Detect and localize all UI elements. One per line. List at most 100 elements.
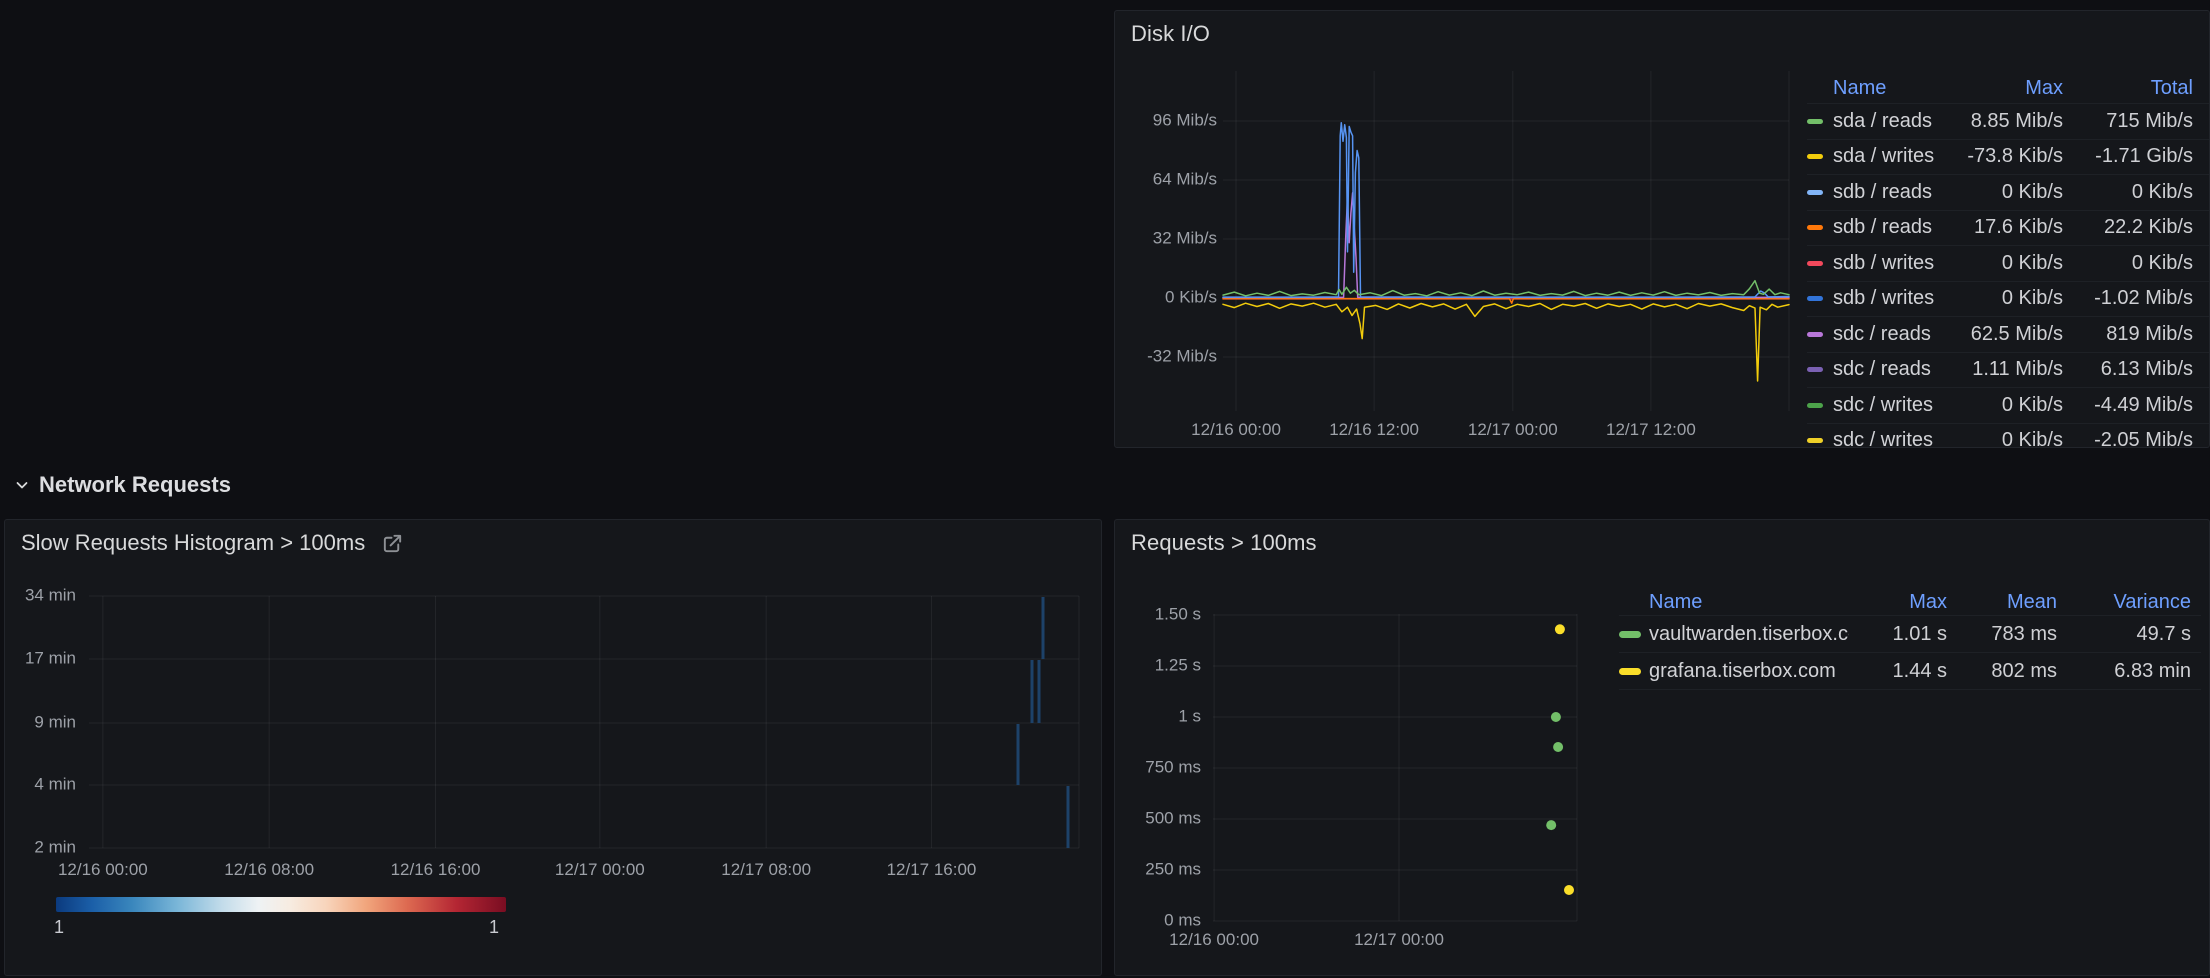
heatmap-cell xyxy=(1038,660,1041,723)
series-color-marker xyxy=(1807,296,1833,301)
series-variance-value: 49.7 s xyxy=(2063,623,2191,646)
series-name[interactable]: sda / writes xyxy=(1833,145,1955,168)
legend-header-mean[interactable]: Mean xyxy=(1953,591,2057,614)
scatter-point[interactable] xyxy=(1564,885,1574,895)
svg-text:96 Mib/s: 96 Mib/s xyxy=(1153,110,1217,129)
series-name[interactable]: sdc / reads xyxy=(1833,323,1955,346)
legend-row: grafana.tiserbox.com 1.44 s 802 ms 6.83 min xyxy=(1619,653,2201,690)
series-max-value: 1.44 s xyxy=(1855,660,1947,683)
legend-row: vaultwarden.tiserbox.com1.01 s783 ms49.7… xyxy=(1619,616,2201,653)
series-total-value: 6.13 Mib/s xyxy=(2071,358,2193,381)
series-max-value: 0 Kib/s xyxy=(1963,287,2063,310)
series-total-value: -2.05 Mib/s xyxy=(2071,429,2193,448)
series-line-orange-blip xyxy=(1223,299,1789,304)
series-max-value: 1.11 Mib/s xyxy=(1963,358,2063,381)
svg-text:12/16 00:00: 12/16 00:00 xyxy=(1191,420,1281,439)
series-max-value: 8.85 Mib/s xyxy=(1963,110,2063,133)
heatmap-cell xyxy=(1067,786,1070,848)
chevron-down-icon xyxy=(14,477,30,493)
series-max-value: 0 Kib/s xyxy=(1963,252,2063,275)
series-color-marker xyxy=(1807,190,1833,195)
svg-text:500 ms: 500 ms xyxy=(1145,808,1201,827)
series-name[interactable]: sdc / writes xyxy=(1833,394,1955,417)
legend-header-row: Name Max Total xyxy=(1807,74,2210,104)
panel-slow-requests-histogram: Slow Requests Histogram > 100ms 34 min17… xyxy=(4,519,1102,976)
series-total-value: -1.02 Mib/s xyxy=(2071,287,2193,310)
svg-text:12/16 00:00: 12/16 00:00 xyxy=(1169,930,1259,949)
series-color-marker xyxy=(1807,119,1833,124)
panel-requests: Requests > 100ms 1.50 s1.25 s1 s750 ms50… xyxy=(1114,519,2210,976)
svg-text:32 Mib/s: 32 Mib/s xyxy=(1153,228,1217,247)
scatter-point[interactable] xyxy=(1555,624,1565,634)
legend-row: sdb / writes 0 Kib/s 0 Kib/s xyxy=(1807,246,2210,282)
series-name[interactable]: sdb / reads xyxy=(1833,181,1955,204)
requests-legend: NameMaxMeanVariancevaultwarden.tiserbox.… xyxy=(1619,589,2201,690)
section-row-network-requests[interactable]: Network Requests xyxy=(14,472,231,498)
svg-text:250 ms: 250 ms xyxy=(1145,859,1201,878)
legend-header-name[interactable]: Name xyxy=(1649,591,1849,614)
series-total-value: 0 Kib/s xyxy=(2071,181,2193,204)
series-color-marker xyxy=(1807,403,1833,408)
series-max-value: 62.5 Mib/s xyxy=(1963,323,2063,346)
svg-text:12/17 00:00: 12/17 00:00 xyxy=(1354,930,1444,949)
series-line-green-reads xyxy=(1223,281,1789,296)
svg-text:1.50 s: 1.50 s xyxy=(1155,604,1201,623)
color-scale-min-label: 1 xyxy=(54,917,64,938)
series-name[interactable]: grafana.tiserbox.com xyxy=(1649,660,1849,683)
svg-text:0 ms: 0 ms xyxy=(1164,910,1201,929)
legend-header-total[interactable]: Total xyxy=(2071,77,2193,100)
legend-header-max[interactable]: Max xyxy=(1855,591,1947,614)
series-line-yellow-writes xyxy=(1223,303,1789,381)
series-max-value: 17.6 Kib/s xyxy=(1963,216,2063,239)
series-total-value: 819 Mib/s xyxy=(2071,323,2193,346)
scatter-point[interactable] xyxy=(1551,712,1561,722)
series-name[interactable]: sdc / writes xyxy=(1833,429,1955,448)
disk-io-legend: NameMaxTotalsda / reads8.85 Mib/s715 Mib… xyxy=(1807,74,2210,448)
legend-header-name[interactable]: Name xyxy=(1833,77,1955,100)
color-scale-max-label: 1 xyxy=(489,917,499,938)
series-variance-value: 6.83 min xyxy=(2063,660,2191,683)
svg-text:12/16 00:00: 12/16 00:00 xyxy=(58,860,148,879)
legend-row: sdb / reads0 Kib/s0 Kib/s xyxy=(1807,175,2210,211)
series-color-marker xyxy=(1619,631,1649,638)
series-name[interactable]: sda / reads xyxy=(1833,110,1955,133)
series-color-marker xyxy=(1807,154,1833,159)
series-name[interactable]: vaultwarden.tiserbox.com xyxy=(1649,623,1849,646)
svg-text:12/16 08:00: 12/16 08:00 xyxy=(224,860,314,879)
series-total-value: 0 Kib/s xyxy=(2071,252,2193,275)
svg-text:9 min: 9 min xyxy=(34,712,76,731)
series-total-value: -1.71 Gib/s xyxy=(2071,145,2193,168)
svg-text:1 s: 1 s xyxy=(1178,706,1201,725)
legend-header-max[interactable]: Max xyxy=(1963,77,2063,100)
series-name[interactable]: sdb / writes xyxy=(1833,287,1955,310)
svg-text:12/16 12:00: 12/16 12:00 xyxy=(1329,420,1419,439)
legend-header-variance[interactable]: Variance xyxy=(2063,591,2191,614)
svg-text:750 ms: 750 ms xyxy=(1145,757,1201,776)
svg-text:34 min: 34 min xyxy=(25,585,76,604)
svg-text:64 Mib/s: 64 Mib/s xyxy=(1153,169,1217,188)
panel-disk-io: Disk I/O 96 Mib/s64 Mib/s32 Mib/s0 Kib/s… xyxy=(1114,10,2210,448)
series-name[interactable]: sdb / writes xyxy=(1833,252,1955,275)
legend-header-row: Name Max Mean Variance xyxy=(1619,589,2201,616)
svg-text:12/17 00:00: 12/17 00:00 xyxy=(555,860,645,879)
svg-text:12/17 08:00: 12/17 08:00 xyxy=(721,860,811,879)
legend-row: sdc / reads 1.11 Mib/s 6.13 Mib/s xyxy=(1807,353,2210,389)
legend-row: sdb / writes 0 Kib/s -1.02 Mib/s xyxy=(1807,282,2210,318)
series-name[interactable]: sdc / reads xyxy=(1833,358,1955,381)
series-color-marker xyxy=(1807,367,1833,372)
legend-row: sdc / writes0 Kib/s-4.49 Mib/s xyxy=(1807,388,2210,424)
series-color-marker xyxy=(1807,261,1833,266)
svg-text:4 min: 4 min xyxy=(34,774,76,793)
svg-text:12/17 16:00: 12/17 16:00 xyxy=(887,860,977,879)
legend-row: sda / reads8.85 Mib/s715 Mib/s xyxy=(1807,104,2210,140)
scatter-point[interactable] xyxy=(1546,820,1556,830)
series-color-marker xyxy=(1807,332,1833,337)
series-total-value: -4.49 Mib/s xyxy=(2071,394,2193,417)
heatmap-cell xyxy=(1017,724,1020,785)
svg-text:2 min: 2 min xyxy=(34,837,76,856)
svg-text:12/17 00:00: 12/17 00:00 xyxy=(1468,420,1558,439)
series-mean-value: 802 ms xyxy=(1953,660,2057,683)
series-color-marker xyxy=(1619,668,1649,675)
series-name[interactable]: sdb / reads xyxy=(1833,216,1955,239)
scatter-point[interactable] xyxy=(1553,742,1563,752)
